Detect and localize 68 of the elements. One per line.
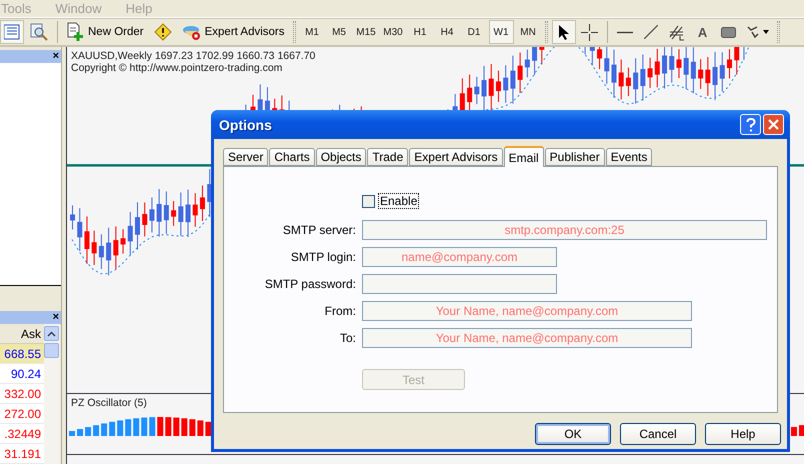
table-row[interactable]: 668.55 xyxy=(0,344,44,364)
channel-icon xyxy=(668,24,685,40)
crosshair-icon xyxy=(581,24,598,40)
timeframe-button[interactable]: D1 xyxy=(462,20,487,44)
table-row[interactable]: 31.191 xyxy=(0,444,44,464)
tab[interactable]: Email xyxy=(504,146,544,167)
tab[interactable]: Objects xyxy=(316,148,366,166)
indicator-label: PZ Oscillator (5) xyxy=(71,396,147,409)
scroll-thumb[interactable] xyxy=(44,343,59,358)
magnifier-icon xyxy=(30,23,48,41)
list-toolbar-button[interactable] xyxy=(0,20,24,44)
timeframe-button[interactable]: M30 xyxy=(380,20,406,44)
timeframe-button[interactable]: MN xyxy=(516,20,541,44)
tab[interactable]: Server xyxy=(223,148,268,166)
cursor-icon xyxy=(558,24,570,40)
dialog-button[interactable]: OK xyxy=(535,423,611,445)
close-icon[interactable]: × xyxy=(52,312,59,324)
timeframe-button[interactable]: M15 xyxy=(354,20,379,44)
ask-price-cell: 31.191 xyxy=(4,446,41,461)
timeframe-button[interactable]: M5 xyxy=(326,20,352,44)
table-row[interactable]: 272.00 xyxy=(0,404,44,424)
dialog-button[interactable]: Help xyxy=(705,423,781,445)
field-label: To: xyxy=(338,331,356,345)
dialog-title: Options xyxy=(219,116,273,132)
checkbox[interactable] xyxy=(362,194,375,208)
checkbox-label[interactable]: Enable xyxy=(378,193,420,209)
document-plus-icon xyxy=(67,22,85,42)
copyright-text: Copyright © http://www.pointzero-trading.com xyxy=(71,62,284,74)
ask-price-cell: 90.24 xyxy=(10,366,41,381)
drawing-tool-button[interactable] xyxy=(552,20,576,44)
new-order-button[interactable]: New Order xyxy=(63,20,148,44)
ask-price-cell: .32449 xyxy=(4,426,41,441)
table-row[interactable]: 90.24 xyxy=(0,364,44,384)
timeframe-button[interactable]: H1 xyxy=(408,20,433,44)
help-icon[interactable] xyxy=(740,114,761,135)
tab[interactable]: Publisher xyxy=(544,148,605,166)
horizontal-line-icon xyxy=(616,30,633,34)
dialog-button[interactable]: Cancel xyxy=(620,423,696,445)
tab[interactable]: Expert Advisors xyxy=(409,148,503,166)
ask-price-cell: 668.55 xyxy=(4,346,41,361)
tab[interactable]: Events xyxy=(606,148,652,166)
close-icon[interactable]: × xyxy=(52,50,59,62)
scroll-up-button[interactable] xyxy=(44,326,59,342)
close-icon[interactable] xyxy=(763,114,784,135)
timeframe-button[interactable]: H4 xyxy=(434,20,460,44)
warning-icon xyxy=(154,23,172,41)
table-row[interactable]: .32449 xyxy=(0,424,44,444)
hat-icon xyxy=(182,23,202,41)
expert-advisors-button[interactable]: Expert Advisors xyxy=(178,20,289,44)
chart-title: XAUUSD,Weekly 1697.23 1702.99 1660.73 1667.70 xyxy=(71,50,316,62)
field-label: SMTP login: xyxy=(290,250,356,264)
input-field[interactable] xyxy=(362,274,557,294)
timeframe-button[interactable]: W1 xyxy=(488,20,514,44)
timeframe-button[interactable]: M1 xyxy=(300,20,325,44)
ask-price-cell: 332.00 xyxy=(4,386,41,401)
list-icon xyxy=(4,24,20,40)
tab[interactable]: Trade xyxy=(367,148,408,166)
trend-line-icon xyxy=(644,25,658,39)
field-label: SMTP server: xyxy=(282,223,356,237)
table-row[interactable]: 332.00 xyxy=(0,384,44,404)
text-tool-button[interactable]: A xyxy=(690,20,715,44)
tab[interactable]: Charts xyxy=(269,148,315,166)
ask-price-cell: 272.00 xyxy=(4,406,41,421)
field-label: From: xyxy=(324,304,356,318)
caret-icon xyxy=(47,330,56,337)
field-label: SMTP password: xyxy=(264,277,356,291)
arrows-icon xyxy=(746,25,770,39)
rectangle-icon xyxy=(721,26,736,38)
